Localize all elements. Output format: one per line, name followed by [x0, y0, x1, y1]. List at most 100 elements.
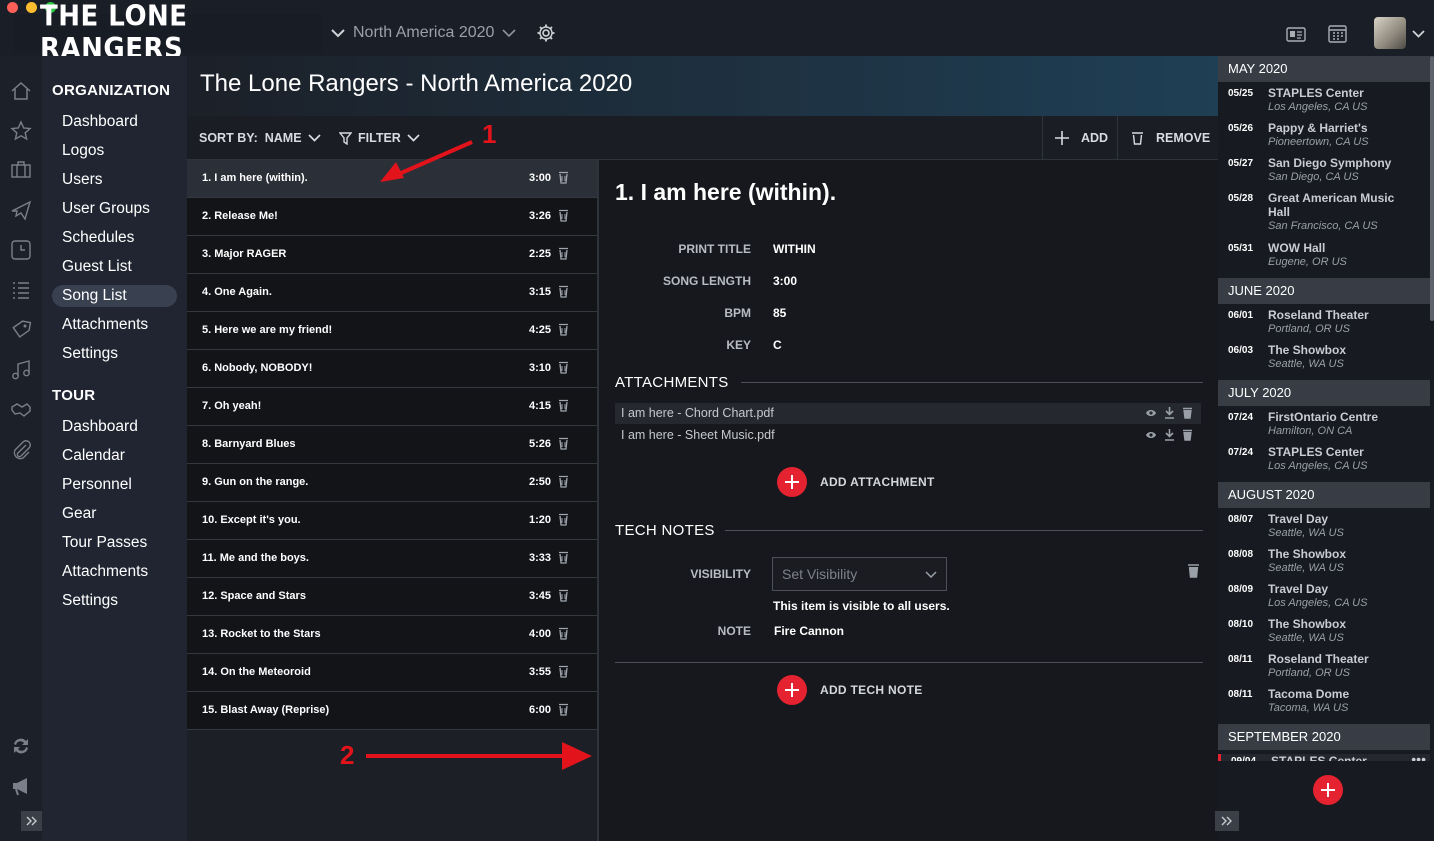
bpm-value[interactable]: 85 [773, 306, 786, 320]
calendar-event[interactable]: 05/28 Great American Music Hall San Franci… [1218, 191, 1430, 241]
song-row[interactable]: 7. Oh yeah! 4:15 [187, 388, 597, 426]
calendar-event[interactable]: 08/10 The Showbox Seattle, WA US [1218, 617, 1430, 652]
song-row[interactable]: 9. Gun on the range. 2:50 [187, 464, 597, 502]
sidebar-item-org-song-list[interactable]: Song List [52, 285, 177, 307]
trash-icon[interactable] [558, 323, 569, 336]
trash-icon[interactable] [558, 703, 569, 716]
clock-icon[interactable] [10, 239, 32, 261]
calendar-event[interactable]: 09/04STAPLES CenterLos Angeles, CA US••• [1218, 751, 1430, 761]
song-row[interactable]: 15. Blast Away (Reprise) 6:00 [187, 692, 597, 730]
trash-icon[interactable] [558, 171, 569, 184]
briefcase-icon[interactable] [10, 159, 32, 181]
calendar-event[interactable]: 06/03 The Showbox Seattle, WA US [1218, 343, 1430, 378]
user-menu[interactable] [1374, 17, 1426, 49]
sidebar-item-org-attachments[interactable]: Attachments [52, 314, 177, 336]
more-options-icon[interactable]: ••• [1411, 751, 1426, 761]
trash-icon[interactable] [558, 551, 569, 564]
calendar-event[interactable]: 08/11 Tacoma Dome Tacoma, WA US [1218, 687, 1430, 722]
sync-icon[interactable] [10, 735, 32, 757]
attachment-row[interactable]: I am here - Sheet Music.pdf [615, 425, 1201, 446]
remove-button[interactable]: REMOVE [1131, 116, 1210, 160]
gear-icon[interactable] [536, 23, 556, 43]
close-window-button[interactable] [7, 2, 18, 13]
trash-icon[interactable] [558, 475, 569, 488]
calendar-event[interactable]: 05/31 WOW Hall Eugene, OR US [1218, 241, 1430, 276]
add-tech-note-button[interactable]: ADD TECH NOTE [777, 675, 923, 705]
sidebar-item-tour-dashboard[interactable]: Dashboard [52, 416, 177, 438]
expand-calendar-button[interactable] [1215, 811, 1239, 831]
song-row[interactable]: 6. Nobody, NOBODY! 3:10 [187, 350, 597, 388]
song-length-value[interactable]: 3:00 [773, 274, 797, 288]
song-row[interactable]: 5. Here we are my friend! 4:25 [187, 312, 597, 350]
calendar-event[interactable]: 08/07 Travel Day Seattle, WA US [1218, 512, 1430, 547]
calendar-event[interactable]: 05/25 STAPLES Center Los Angeles, CA US [1218, 86, 1430, 121]
trash-icon[interactable] [558, 209, 569, 222]
sidebar-item-org-schedules[interactable]: Schedules [52, 227, 177, 249]
tag-icon[interactable] [10, 319, 32, 341]
sort-button[interactable]: SORT BY: NAME [199, 116, 321, 160]
trash-icon[interactable] [558, 665, 569, 678]
calendar-scrollbar[interactable] [1430, 56, 1434, 321]
download-icon[interactable] [1164, 407, 1175, 419]
sidebar-item-tour-settings[interactable]: Settings [52, 590, 177, 612]
trash-icon[interactable] [1187, 563, 1200, 578]
sidebar-item-tour-personnel[interactable]: Personnel [52, 474, 177, 496]
song-row[interactable]: 11. Me and the boys. 3:33 [187, 540, 597, 578]
megaphone-icon[interactable] [10, 775, 32, 797]
trash-icon[interactable] [558, 589, 569, 602]
calendar-event[interactable]: 08/11 Roseland Theater Portland, OR US [1218, 652, 1430, 687]
calendar-event[interactable]: 05/26 Pappy & Harriet's Pioneertown, CA US [1218, 121, 1430, 156]
add-attachment-button[interactable]: ADD ATTACHMENT [777, 467, 935, 497]
sidebar-item-tour-passes[interactable]: Tour Passes [52, 532, 177, 554]
plane-icon[interactable] [10, 199, 32, 221]
list-icon[interactable] [10, 279, 32, 301]
expand-sidebar-button[interactable] [21, 811, 43, 831]
trash-icon[interactable] [558, 247, 569, 260]
key-value[interactable]: C [773, 338, 782, 352]
song-row[interactable]: 13. Rocket to the Stars 4:00 [187, 616, 597, 654]
star-icon[interactable] [10, 120, 32, 142]
song-row[interactable]: 12. Space and Stars 3:45 [187, 578, 597, 616]
download-icon[interactable] [1164, 429, 1175, 441]
trash-icon[interactable] [1182, 407, 1193, 419]
sidebar-item-tour-attachments[interactable]: Attachments [52, 561, 177, 583]
add-event-button[interactable] [1313, 775, 1343, 805]
sidebar-item-tour-gear[interactable]: Gear [52, 503, 177, 525]
song-row[interactable]: 3. Major RAGER 2:25 [187, 236, 597, 274]
sidebar-item-org-logos[interactable]: Logos [52, 140, 177, 162]
eye-icon[interactable] [1145, 408, 1157, 418]
trash-icon[interactable] [558, 437, 569, 450]
song-row[interactable]: 8. Barnyard Blues 5:26 [187, 426, 597, 464]
song-row[interactable]: 10. Except it's you. 1:20 [187, 502, 597, 540]
trash-icon[interactable] [1182, 429, 1193, 441]
attachment-row[interactable]: I am here - Chord Chart.pdf [615, 403, 1201, 424]
calendar-event[interactable]: 07/24 STAPLES Center Los Angeles, CA US [1218, 445, 1430, 480]
trash-icon[interactable] [558, 513, 569, 526]
home-icon[interactable] [10, 80, 32, 102]
eye-icon[interactable] [1145, 430, 1157, 440]
trash-icon[interactable] [558, 627, 569, 640]
trash-icon[interactable] [558, 285, 569, 298]
calendar-icon[interactable] [1328, 24, 1347, 43]
calendar-event[interactable]: 06/01 Roseland Theater Portland, OR US [1218, 308, 1430, 343]
add-button[interactable]: ADD [1055, 116, 1108, 160]
paperclip-icon[interactable] [10, 439, 32, 461]
calendar-event[interactable]: 07/24 FirstOntario Centre Hamilton, ON CA [1218, 410, 1430, 445]
note-value[interactable]: Fire Cannon [774, 624, 844, 638]
handshake-icon[interactable] [10, 399, 32, 421]
visibility-select[interactable]: Set Visibility [772, 557, 947, 591]
minimize-window-button[interactable] [26, 2, 37, 13]
song-row[interactable]: 14. On the Meteoroid 3:55 [187, 654, 597, 692]
sidebar-item-org-user-groups[interactable]: User Groups [52, 198, 177, 220]
song-row[interactable]: 2. Release Me! 3:26 [187, 198, 597, 236]
song-row[interactable]: 4. One Again. 3:15 [187, 274, 597, 312]
sidebar-item-org-users[interactable]: Users [52, 169, 177, 191]
sidebar-item-tour-calendar[interactable]: Calendar [52, 445, 177, 467]
contact-card-icon[interactable] [1286, 27, 1306, 42]
trash-icon[interactable] [558, 399, 569, 412]
sidebar-item-org-dashboard[interactable]: Dashboard [52, 111, 177, 133]
trash-icon[interactable] [558, 361, 569, 374]
print-title-value[interactable]: WITHIN [773, 242, 816, 256]
sidebar-item-org-guest-list[interactable]: Guest List [52, 256, 177, 278]
calendar-event[interactable]: 08/08 The Showbox Seattle, WA US [1218, 547, 1430, 582]
